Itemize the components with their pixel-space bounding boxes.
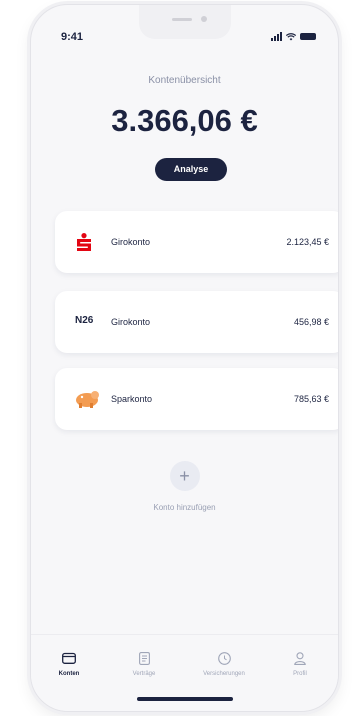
sparkasse-logo (77, 233, 91, 251)
tab-vertraege[interactable]: Verträge (112, 649, 176, 677)
account-balance: 785,63 € (293, 394, 329, 404)
status-icons (271, 32, 316, 41)
total-balance: 3.366,06 € (111, 103, 258, 138)
tab-versicherungen[interactable]: Versicherungen (192, 649, 256, 677)
account-card-savings[interactable]: Sparkonto 785,63 € (55, 368, 338, 430)
home-indicator (137, 697, 233, 701)
account-card-sparkasse[interactable]: Girokonto 2.123,45 € (55, 211, 338, 273)
account-balance: 2.123,45 € (286, 237, 329, 247)
account-name: Girokonto (111, 237, 151, 247)
account-name: Sparkonto (111, 394, 153, 404)
tab-label: Verträge (132, 671, 156, 677)
status-time: 9:41 (61, 31, 84, 43)
add-account-section: + Konto hinzufügen (31, 461, 338, 512)
speaker-grille (172, 18, 192, 21)
bottom-tab-bar: Konten Verträge Versicherungen Profil (31, 634, 338, 711)
account-name: Girokonto (111, 317, 151, 327)
n26-logo: N26 (75, 315, 94, 326)
plus-icon: + (179, 466, 190, 486)
tab-label: Profil (293, 671, 307, 677)
tab-label: Versicherungen (203, 671, 245, 677)
device-notch (139, 5, 231, 39)
add-account-button[interactable]: + (169, 461, 200, 491)
wifi-icon (286, 32, 296, 40)
tab-profil[interactable]: Profil (268, 649, 332, 677)
piggy-bank-icon (76, 391, 99, 408)
battery-icon (300, 33, 316, 40)
add-account-label: Konto hinzufügen (153, 503, 216, 512)
page-title: Kontenübersicht (148, 75, 221, 86)
tab-label: Konten (58, 671, 80, 677)
account-card-n26[interactable]: N26 Girokonto 456,98 € (55, 291, 338, 353)
tab-konten[interactable]: Konten (37, 649, 101, 677)
user-icon (294, 651, 306, 665)
phone-frame: 9:41 Kontenübersicht 3.366,06 € Analyse … (30, 4, 339, 712)
account-balance: 456,98 € (293, 317, 329, 327)
document-icon (138, 651, 150, 665)
wallet-icon (62, 652, 76, 664)
shield-clock-icon (217, 651, 231, 665)
cellular-signal-icon (271, 32, 282, 41)
analyse-button[interactable]: Analyse (155, 158, 227, 181)
front-camera (201, 16, 207, 22)
